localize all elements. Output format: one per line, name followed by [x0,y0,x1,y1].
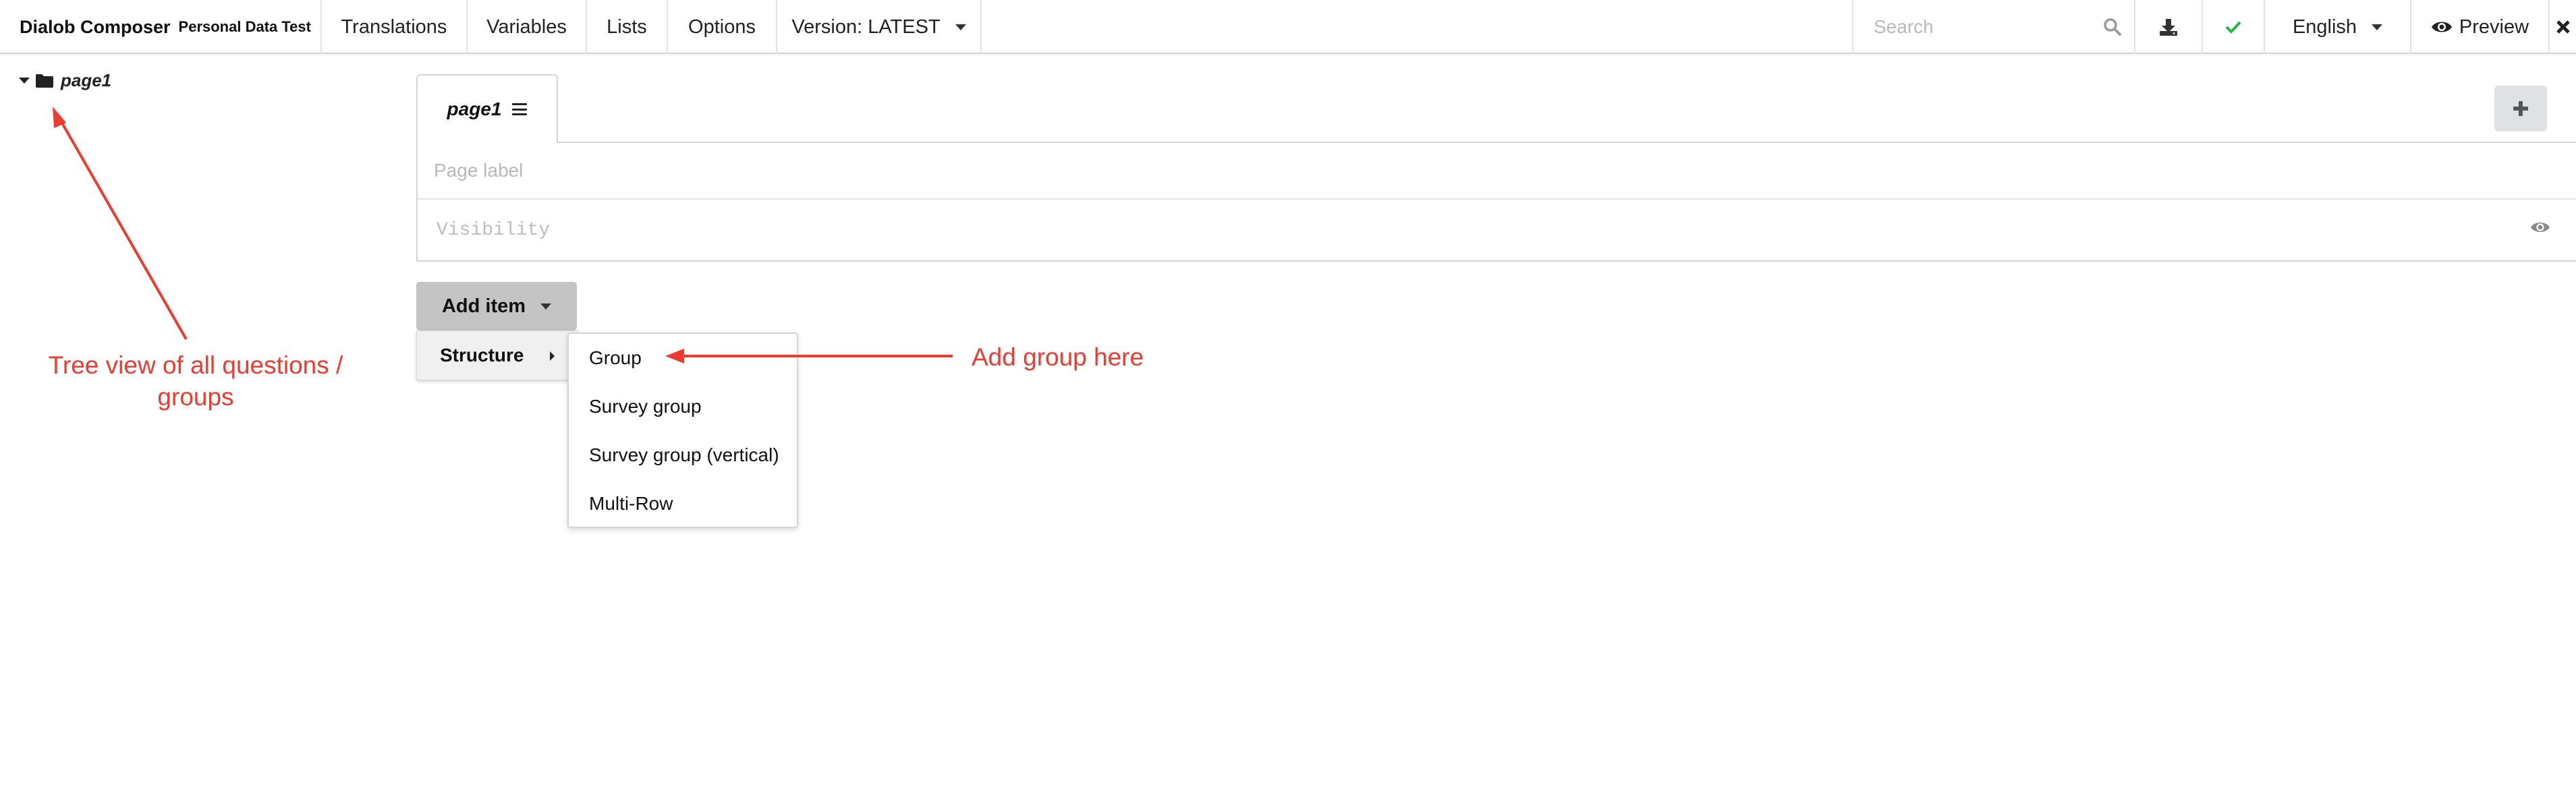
annotation-arrows [53,107,953,363]
tree-annotation-text: Tree view of all questions / groups [48,351,343,411]
tab-label: page1 [447,98,502,119]
group-annotation-text: Add group here [972,343,1144,371]
hamburger-menu-icon[interactable] [512,103,528,115]
tree-annotation-arrow [53,107,188,340]
tab-page1[interactable]: page1 [416,74,558,143]
group-annotation-arrow [665,349,953,363]
